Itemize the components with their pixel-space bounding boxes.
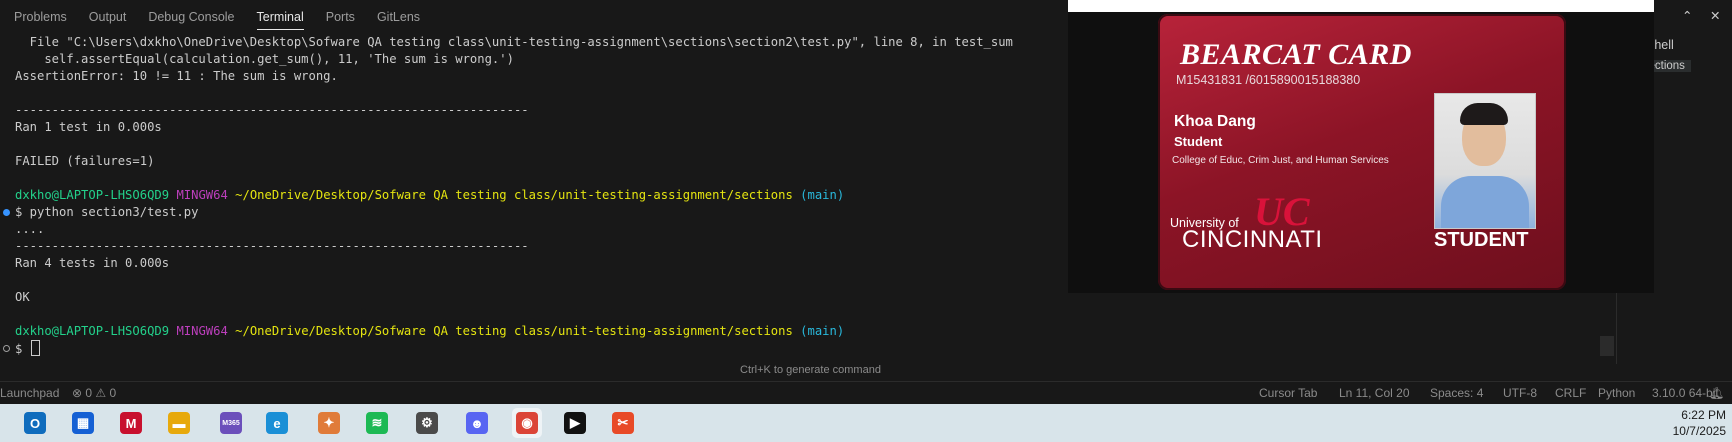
card-college: College of Educ, Crim Just, and Human Se… bbox=[1172, 155, 1389, 166]
card-name: Khoa Dang bbox=[1174, 113, 1256, 130]
prompt-shell: MINGW64 bbox=[176, 188, 228, 202]
terminal-command: $ python section3/test.py bbox=[15, 205, 199, 219]
terminal-scrollbar[interactable] bbox=[1600, 336, 1614, 356]
store-icon-glyph: ▦ bbox=[72, 412, 94, 434]
terminal-line: ----------------------------------------… bbox=[15, 103, 529, 117]
prompt-shell: MINGW64 bbox=[176, 324, 228, 338]
terminal-line: Ran 1 test in 0.000s bbox=[15, 120, 162, 134]
spotify-icon-glyph: ≋ bbox=[366, 412, 388, 434]
terminal-line: AssertionError: 10 != 11 : The sum is wr… bbox=[15, 69, 338, 83]
mcafee-icon[interactable]: M bbox=[116, 408, 146, 438]
language-status[interactable]: Python bbox=[1598, 386, 1635, 400]
cursor-position-status[interactable]: Ln 11, Col 20 bbox=[1339, 386, 1410, 400]
terminal-cursor bbox=[30, 340, 40, 356]
file-explorer-icon[interactable]: ▬ bbox=[164, 408, 194, 438]
snipping-tool-icon[interactable]: ✂ bbox=[608, 408, 638, 438]
id-card-image: BEARCAT CARD M15431831 /6015890015188380… bbox=[1068, 0, 1654, 293]
edge-icon[interactable]: e bbox=[262, 408, 292, 438]
tab-debug-console[interactable]: Debug Console bbox=[148, 0, 234, 34]
card-number: M15431831 /6015890015188380 bbox=[1176, 73, 1361, 87]
system-clock[interactable]: 6:22 PM 10/7/2025 bbox=[1673, 407, 1726, 439]
tab-output[interactable]: Output bbox=[89, 0, 127, 34]
chrome-icon[interactable]: ◉ bbox=[512, 408, 542, 438]
eol-status[interactable]: CRLF bbox=[1555, 386, 1586, 400]
terminal-prompt: dxkho@LAPTOP-LHSO6QD9 MINGW64 ~/OneDrive… bbox=[15, 187, 844, 204]
edge-icon-glyph: e bbox=[266, 412, 288, 434]
encoding-status[interactable]: UTF-8 bbox=[1503, 386, 1537, 400]
close-panel-icon[interactable]: ✕ bbox=[1710, 8, 1720, 23]
pinwheel-icon[interactable]: ✦ bbox=[314, 408, 344, 438]
bearcat-card: BEARCAT CARD M15431831 /6015890015188380… bbox=[1158, 14, 1566, 290]
terminal-line: OK bbox=[15, 290, 30, 304]
tab-ports[interactable]: Ports bbox=[326, 0, 355, 34]
prompt-path: ~/OneDrive/Desktop/Sofware QA testing cl… bbox=[235, 324, 793, 338]
file-explorer-icon-glyph: ▬ bbox=[168, 412, 190, 434]
taskbar: O ▦ M ▬ M365 e ✦ ≋ ⚙ ☻ ◉ ▶ ✂ 6:22 PM 10/7/2025 bbox=[0, 404, 1732, 442]
discord-icon-glyph: ☻ bbox=[466, 412, 488, 434]
cursor-tab-status[interactable]: Cursor Tab bbox=[1259, 386, 1317, 400]
outlook-icon-glyph: O bbox=[24, 412, 46, 434]
card-title: BEARCAT CARD bbox=[1180, 38, 1412, 71]
maximize-panel-icon[interactable]: ⌃ bbox=[1682, 8, 1692, 23]
discord-icon[interactable]: ☻ bbox=[462, 408, 492, 438]
m365-icon[interactable]: M365 bbox=[216, 408, 246, 438]
terminal-line: Ran 4 tests in 0.000s bbox=[15, 256, 170, 270]
m365-icon-glyph: M365 bbox=[220, 412, 242, 434]
terminal-panel: Problems Output Debug Console Terminal P… bbox=[0, 0, 1732, 381]
portrait-hair bbox=[1460, 103, 1508, 125]
prompt-user: dxkho@LAPTOP-LHSO6QD9 bbox=[15, 324, 170, 338]
command-status-icon[interactable] bbox=[3, 345, 10, 352]
terminal-line: self.assertEqual(calculation.get_sum(), … bbox=[15, 52, 514, 66]
prompt-user: dxkho@LAPTOP-LHSO6QD9 bbox=[15, 188, 170, 202]
terminal-prompt: dxkho@LAPTOP-LHSO6QD9 MINGW64 ~/OneDrive… bbox=[15, 323, 844, 340]
settings-icon-glyph: ⚙ bbox=[416, 412, 438, 434]
settings-icon[interactable]: ⚙ bbox=[412, 408, 442, 438]
indentation-status[interactable]: Spaces: 4 bbox=[1430, 386, 1483, 400]
prompt-branch: (main) bbox=[800, 324, 845, 338]
mcafee-icon-glyph: M bbox=[120, 412, 142, 434]
clock-time: 6:22 PM bbox=[1681, 408, 1726, 422]
student-badge: STUDENT bbox=[1434, 229, 1529, 251]
problems-status[interactable]: ⊗ 0 ⚠ 0 bbox=[72, 386, 116, 400]
image-top-border bbox=[1068, 0, 1654, 12]
terminal-line: .... bbox=[15, 222, 45, 236]
tab-terminal[interactable]: Terminal bbox=[256, 0, 305, 34]
command-status-icon[interactable] bbox=[3, 209, 10, 216]
pinwheel-icon-glyph: ✦ bbox=[318, 412, 340, 434]
panel-tabs: Problems Output Debug Console Terminal P… bbox=[14, 0, 442, 34]
notifications-icon[interactable]: 🔔︎ bbox=[1709, 386, 1724, 400]
clock-date: 10/7/2025 bbox=[1672, 424, 1726, 438]
prompt-path: ~/OneDrive/Desktop/Sofware QA testing cl… bbox=[235, 188, 793, 202]
outlook-icon[interactable]: O bbox=[20, 408, 50, 438]
terminal-app-icon[interactable]: ▶ bbox=[560, 408, 590, 438]
store-icon[interactable]: ▦ bbox=[68, 408, 98, 438]
chrome-icon-glyph: ◉ bbox=[516, 412, 538, 434]
spotify-icon[interactable]: ≋ bbox=[362, 408, 392, 438]
terminal-input-line[interactable]: $ bbox=[15, 340, 40, 358]
prompt-branch: (main) bbox=[800, 188, 845, 202]
portrait-photo bbox=[1434, 93, 1536, 229]
terminal-app-icon-glyph: ▶ bbox=[564, 412, 586, 434]
status-bar: Launchpad ⊗ 0 ⚠ 0 Cursor Tab Ln 11, Col … bbox=[0, 381, 1732, 404]
snipping-tool-icon-glyph: ✂ bbox=[612, 412, 634, 434]
tab-gitlens[interactable]: GitLens bbox=[377, 0, 420, 34]
terminal-line: File "C:\Users\dxkho\OneDrive\Desktop\So… bbox=[15, 35, 1013, 49]
portrait-shoulders bbox=[1441, 176, 1529, 228]
terminal-line: ----------------------------------------… bbox=[15, 239, 529, 253]
launchpad-status[interactable]: Launchpad bbox=[0, 386, 59, 400]
input-prompt: $ bbox=[15, 342, 30, 356]
generate-command-hint: Ctrl+K to generate command bbox=[740, 364, 881, 376]
terminal-line: FAILED (failures=1) bbox=[15, 154, 155, 168]
university-name: CINCINNATI bbox=[1182, 226, 1323, 253]
card-role: Student bbox=[1174, 134, 1223, 149]
tab-problems[interactable]: Problems bbox=[14, 0, 67, 34]
